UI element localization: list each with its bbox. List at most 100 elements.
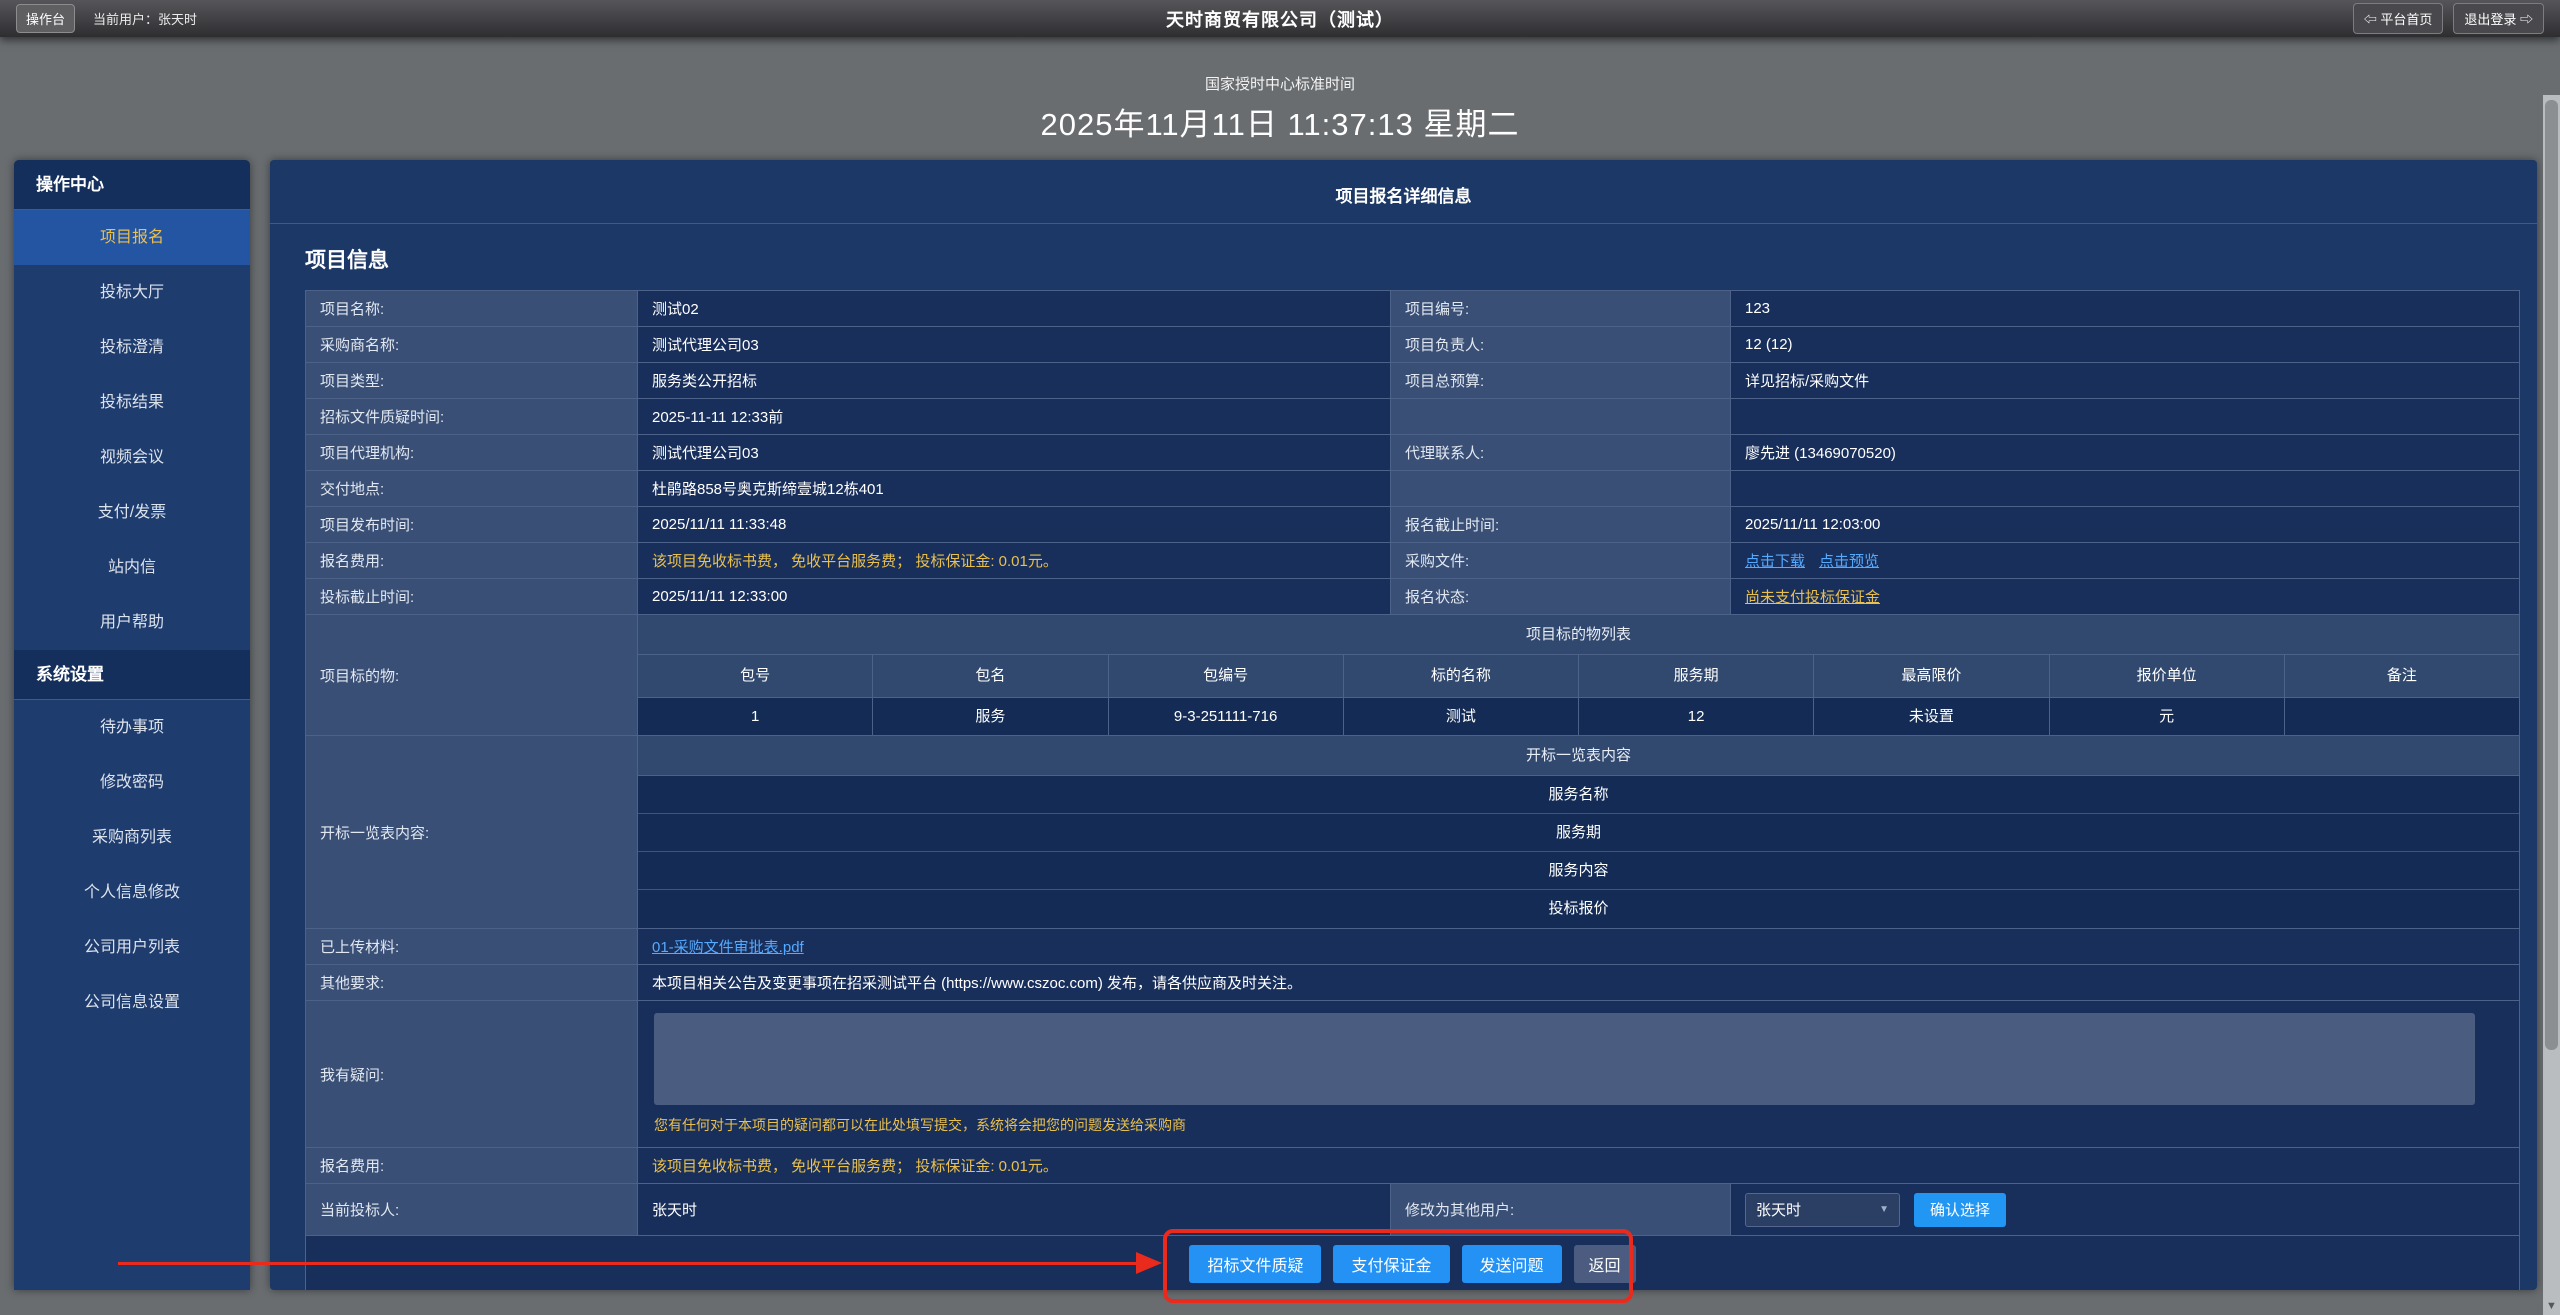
sidebar-item-purchaser-list[interactable]: 采购商列表 — [14, 810, 250, 865]
bid-opening-row: 开标一览表内容: 开标一览表内容 服务名称 服务期 服务内容 投标报价 — [306, 736, 2519, 929]
field-value: 详见招标/采购文件 — [1731, 363, 2519, 398]
cell-value: 服务 — [873, 698, 1108, 735]
current-bidder-value: 张天时 — [638, 1184, 1391, 1235]
back-button[interactable]: 返回 — [1574, 1245, 1636, 1283]
column-header: 备注 — [2285, 655, 2519, 697]
bidder-change-controls: 张天时 ▼ 确认选择 — [1731, 1184, 2519, 1235]
sidebar-item-bid-clarify[interactable]: 投标澄清 — [14, 320, 250, 375]
bid-opening-item: 服务名称 — [638, 776, 2519, 814]
column-header: 服务期 — [1579, 655, 1814, 697]
field-label: 报名截止时间: — [1391, 507, 1731, 542]
field-value — [1731, 399, 2519, 434]
field-label: 项目发布时间: — [306, 507, 638, 542]
table-row: 报名费用: 该项目免收标书费， 免收平台服务费； 投标保证金: 0.01元。 采… — [306, 543, 2519, 579]
sidebar-item-pay-invoice[interactable]: 支付/发票 — [14, 485, 250, 540]
bidder-select-value: 张天时 — [1756, 1199, 1801, 1220]
cell-value — [2285, 698, 2519, 735]
sidebar-item-user-help[interactable]: 用户帮助 — [14, 595, 250, 650]
platform-home-button[interactable]: ⇦ 平台首页 — [2353, 3, 2444, 34]
pay-deposit-button[interactable]: 支付保证金 — [1333, 1245, 1449, 1283]
uploaded-material-row: 已上传材料: 01-采购文件审批表.pdf — [306, 929, 2519, 965]
question-textarea[interactable] — [654, 1013, 2475, 1105]
field-label — [1391, 471, 1731, 506]
sidebar-item-todo[interactable]: 待办事项 — [14, 700, 250, 755]
topbar-actions: ⇦ 平台首页 退出登录 ⇨ — [2353, 3, 2544, 34]
sidebar-item-project-signup[interactable]: 项目报名 — [14, 210, 250, 265]
column-header: 包号 — [638, 655, 873, 697]
field-value: 测试代理公司03 — [638, 327, 1391, 362]
sidebar-item-bid-result[interactable]: 投标结果 — [14, 375, 250, 430]
field-label: 交付地点: — [306, 471, 638, 506]
sidebar-item-profile-edit[interactable]: 个人信息修改 — [14, 865, 250, 920]
field-label: 项目编号: — [1391, 291, 1731, 326]
sidebar-item-company-users[interactable]: 公司用户列表 — [14, 920, 250, 975]
sidebar: 操作中心 项目报名 投标大厅 投标澄清 投标结果 视频会议 支付/发票 站内信 … — [14, 160, 250, 1290]
console-button[interactable]: 操作台 — [16, 4, 75, 33]
field-label: 开标一览表内容: — [306, 736, 638, 928]
status-link[interactable]: 尚未支付投标保证金 — [1745, 586, 1880, 607]
clock-datetime: 2025年11月11日 11:37:13 星期二 — [0, 99, 2560, 144]
clock-source-label: 国家授时中心标准时间 — [0, 37, 2560, 94]
page-title: 项目报名详细信息 — [270, 160, 2537, 224]
uploaded-file-link[interactable]: 01-采购文件审批表.pdf — [652, 936, 804, 957]
cell-value: 测试 — [1344, 698, 1579, 735]
field-label: 采购文件: — [1391, 543, 1731, 578]
section-title-project-info: 项目信息 — [305, 244, 2537, 274]
cell-value: 12 — [1579, 698, 1814, 735]
scrollbar-thumb[interactable] — [2545, 100, 2558, 1050]
bidder-row: 当前投标人: 张天时 修改为其他用户: 张天时 ▼ 确认选择 — [306, 1184, 2519, 1236]
field-label: 修改为其他用户: — [1391, 1184, 1731, 1235]
logout-button[interactable]: 退出登录 ⇨ — [2453, 3, 2544, 34]
current-user-label: 当前用户：张天时 — [93, 9, 197, 28]
confirm-select-button[interactable]: 确认选择 — [1914, 1193, 2006, 1227]
table-row: 项目发布时间: 2025/11/11 11:33:48 报名截止时间: 2025… — [306, 507, 2519, 543]
sidebar-section-operations: 操作中心 — [14, 160, 250, 210]
field-label: 其他要求: — [306, 965, 638, 1000]
field-label: 当前投标人: — [306, 1184, 638, 1235]
sidebar-section-settings: 系统设置 — [14, 650, 250, 700]
sidebar-item-site-message[interactable]: 站内信 — [14, 540, 250, 595]
field-label — [1391, 399, 1731, 434]
clock-area: 国家授时中心标准时间 2025年11月11日 11:37:13 星期二 — [0, 37, 2560, 160]
table-row: 投标截止时间: 2025/11/11 12:33:00 报名状态: 尚未支付投标… — [306, 579, 2519, 615]
table-row: 交付地点: 杜鹃路858号奥克斯缔壹城12栋401 — [306, 471, 2519, 507]
field-value: 12 (12) — [1731, 327, 2519, 362]
actions-row: 招标文件质疑 支付保证金 发送问题 返回 — [306, 1236, 2519, 1290]
sidebar-item-video-meeting[interactable]: 视频会议 — [14, 430, 250, 485]
packages-row: 项目标的物: 项目标的物列表 包号 包名 包编号 标的名称 服务期 最高限价 报… — [306, 615, 2519, 736]
scrollbar-down-arrow-icon[interactable]: ▼ — [2543, 1299, 2560, 1313]
table-row: 项目名称: 测试02 项目编号: 123 — [306, 291, 2519, 327]
uploaded-material: 01-采购文件审批表.pdf — [638, 929, 2519, 964]
field-label: 我有疑问: — [306, 1001, 638, 1147]
field-label: 投标截止时间: — [306, 579, 638, 614]
send-question-button[interactable]: 发送问题 — [1462, 1245, 1562, 1283]
field-label: 招标文件质疑时间: — [306, 399, 638, 434]
field-value: 测试02 — [638, 291, 1391, 326]
column-header: 最高限价 — [1814, 655, 2049, 697]
packages-table-title: 项目标的物列表 — [638, 615, 2519, 655]
field-label: 采购商名称: — [306, 327, 638, 362]
sidebar-item-bid-hall[interactable]: 投标大厅 — [14, 265, 250, 320]
bidder-select[interactable]: 张天时 ▼ — [1745, 1193, 1900, 1227]
download-link[interactable]: 点击下载 — [1745, 550, 1805, 571]
question-row: 我有疑问: 您有任何对于本项目的疑问都可以在此处填写提交，系统将会把您的问题发送… — [306, 1001, 2519, 1148]
bid-opening-item: 服务内容 — [638, 852, 2519, 890]
question-hint: 您有任何对于本项目的疑问都可以在此处填写提交，系统将会把您的问题发送给采购商 — [654, 1115, 2503, 1135]
field-label: 项目类型: — [306, 363, 638, 398]
field-value: 2025/11/11 11:33:48 — [638, 507, 1391, 542]
vertical-scrollbar[interactable]: ▼ — [2543, 95, 2560, 1315]
sidebar-item-company-settings[interactable]: 公司信息设置 — [14, 975, 250, 1030]
field-label: 项目标的物: — [306, 615, 638, 735]
question-area: 您有任何对于本项目的疑问都可以在此处填写提交，系统将会把您的问题发送给采购商 — [638, 1001, 2519, 1147]
bid-opening-item: 投标报价 — [638, 890, 2519, 928]
field-label: 报名状态: — [1391, 579, 1731, 614]
column-header: 包名 — [873, 655, 1108, 697]
packages-table: 项目标的物列表 包号 包名 包编号 标的名称 服务期 最高限价 报价单位 备注 … — [638, 615, 2519, 735]
sidebar-item-change-password[interactable]: 修改密码 — [14, 755, 250, 810]
preview-link[interactable]: 点击预览 — [1819, 550, 1879, 571]
cell-value: 9-3-251111-716 — [1109, 698, 1344, 735]
packages-data-row: 1 服务 9-3-251111-716 测试 12 未设置 元 — [638, 698, 2519, 735]
field-label: 项目总预算: — [1391, 363, 1731, 398]
field-label: 代理联系人: — [1391, 435, 1731, 470]
challenge-document-button[interactable]: 招标文件质疑 — [1189, 1245, 1321, 1283]
